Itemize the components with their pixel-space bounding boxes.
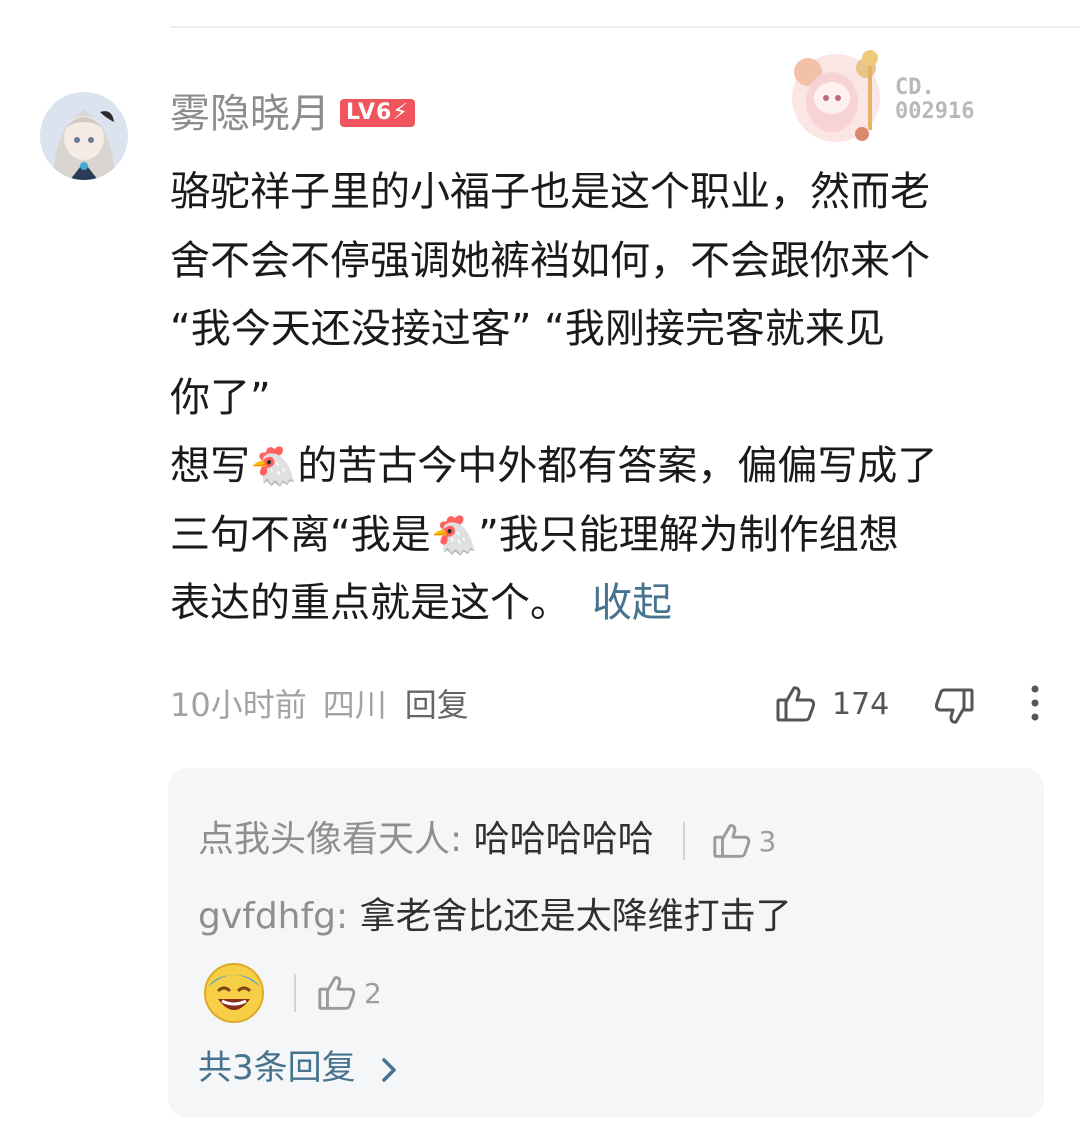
- thumb-up-icon[interactable]: [711, 820, 753, 862]
- reply-button[interactable]: 回复: [405, 686, 469, 724]
- divider-line: [170, 26, 1079, 28]
- content-line: “我今天还没接过客” “我刚接完客就来见: [170, 306, 885, 352]
- reply-extras: 2: [202, 958, 382, 1028]
- content-line: 想写🐔的苦古今中外都有答案，偏偏写成了: [170, 432, 1050, 501]
- collapse-link[interactable]: 收起: [592, 580, 672, 626]
- more-vertical-icon[interactable]: [1022, 682, 1048, 726]
- thumb-up-icon[interactable]: [316, 972, 358, 1014]
- reply-item[interactable]: gvfdhfg: 拿老舍比还是太降维打击了: [198, 893, 792, 941]
- reply-separator: :: [336, 896, 349, 937]
- replies-panel: 点我头像看天人: 哈哈哈哈哈 3 gvfdhfg: 拿老舍比还是太降维打击了 2…: [168, 768, 1044, 1118]
- comment-meta: 10小时前 四川 回复: [170, 683, 469, 727]
- reply-like-count: 3: [758, 825, 777, 858]
- reply-text: 哈哈哈哈哈: [473, 819, 654, 860]
- view-all-replies-link[interactable]: 共3条回复: [198, 1040, 404, 1096]
- chicken-emoji-icon: 🐔: [250, 444, 298, 488]
- avatar-decoration-icon: [782, 42, 890, 150]
- content-text: ”我只能理解为制作组想: [478, 511, 899, 558]
- content-line: 表达的重点就是这个。 收起: [170, 569, 1050, 638]
- thumb-down-icon[interactable]: [932, 684, 976, 728]
- laughing-emoji-icon: [204, 963, 264, 1023]
- like-count: 174: [832, 687, 890, 722]
- reply-text: 拿老舍比还是太降维打击了: [359, 896, 792, 937]
- decoration-serial: CD. 002916: [895, 75, 975, 124]
- content-text: 想写: [170, 443, 250, 489]
- content-line: 三句不离“我是🐔”我只能理解为制作组想: [170, 501, 1050, 570]
- divider: [683, 822, 686, 860]
- comment-username[interactable]: 雾隐晓月: [170, 90, 330, 138]
- reply-like-count: 2: [364, 976, 382, 1010]
- chevron-right-icon: [382, 1057, 397, 1082]
- reply-username[interactable]: gvfdhfg: [198, 896, 336, 937]
- reply-username[interactable]: 点我头像看天人: [198, 819, 450, 860]
- comment-content: 骆驼祥子里的小福子也是这个职业，然而老 舍不会不停强调她裤裆如何，不会跟你来个 …: [170, 158, 1050, 638]
- content-line: 骆驼祥子里的小福子也是这个职业，然而老: [170, 169, 930, 215]
- comment-time: 10小时前: [170, 686, 307, 724]
- content-text: 表达的重点就是这个。: [170, 580, 570, 626]
- avatar[interactable]: [40, 92, 128, 180]
- divider: [294, 974, 296, 1012]
- total-replies-label: 共3条回复: [198, 1048, 356, 1088]
- avatar-image: [40, 92, 128, 180]
- content-line: 舍不会不停强调她裤裆如何，不会跟你来个: [170, 237, 930, 284]
- chicken-emoji-icon: 🐔: [430, 512, 479, 557]
- reply-item[interactable]: 点我头像看天人: 哈哈哈哈哈 3: [198, 816, 776, 866]
- reply-separator: :: [450, 819, 463, 860]
- content-text: 三句不离“我是: [170, 511, 431, 558]
- thumb-up-icon[interactable]: [774, 682, 818, 726]
- content-line: 你了”: [170, 374, 271, 421]
- content-text: 的苦古今中外都有答案，偏偏写成了: [297, 443, 938, 489]
- level-badge: LV6⚡: [340, 99, 415, 127]
- comment-location: 四川: [322, 686, 387, 724]
